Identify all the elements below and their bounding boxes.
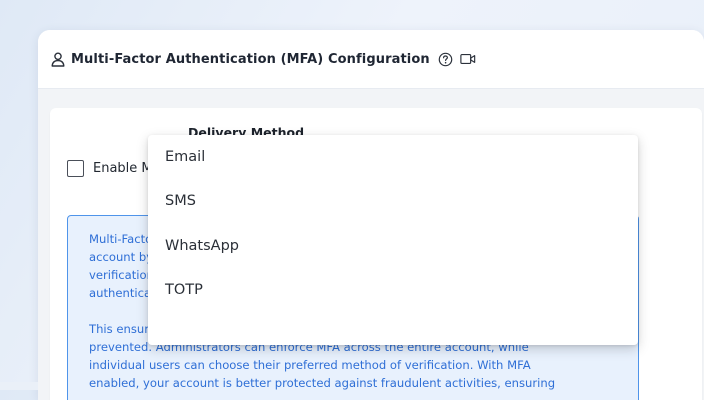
user-icon	[50, 51, 66, 67]
info-line: individual users can choose their prefer…	[89, 358, 531, 372]
delivery-method-dropdown-menu: Email SMS WhatsApp TOTP	[148, 135, 638, 345]
info-line: enabled, your account is better protecte…	[89, 376, 556, 390]
enable-mfa-checkbox[interactable]	[67, 160, 84, 177]
bottom-decoration	[0, 382, 38, 390]
dropdown-option-sms[interactable]: SMS	[148, 179, 638, 223]
page-title: Multi-Factor Authentication (MFA) Config…	[71, 51, 430, 67]
help-icon[interactable]	[438, 51, 454, 67]
video-icon[interactable]	[460, 51, 476, 67]
dropdown-option-whatsapp[interactable]: WhatsApp	[148, 224, 638, 268]
dropdown-option-email[interactable]: Email	[148, 135, 638, 179]
dropdown-option-totp[interactable]: TOTP	[148, 268, 638, 312]
card-header: Multi-Factor Authentication (MFA) Config…	[38, 30, 704, 89]
